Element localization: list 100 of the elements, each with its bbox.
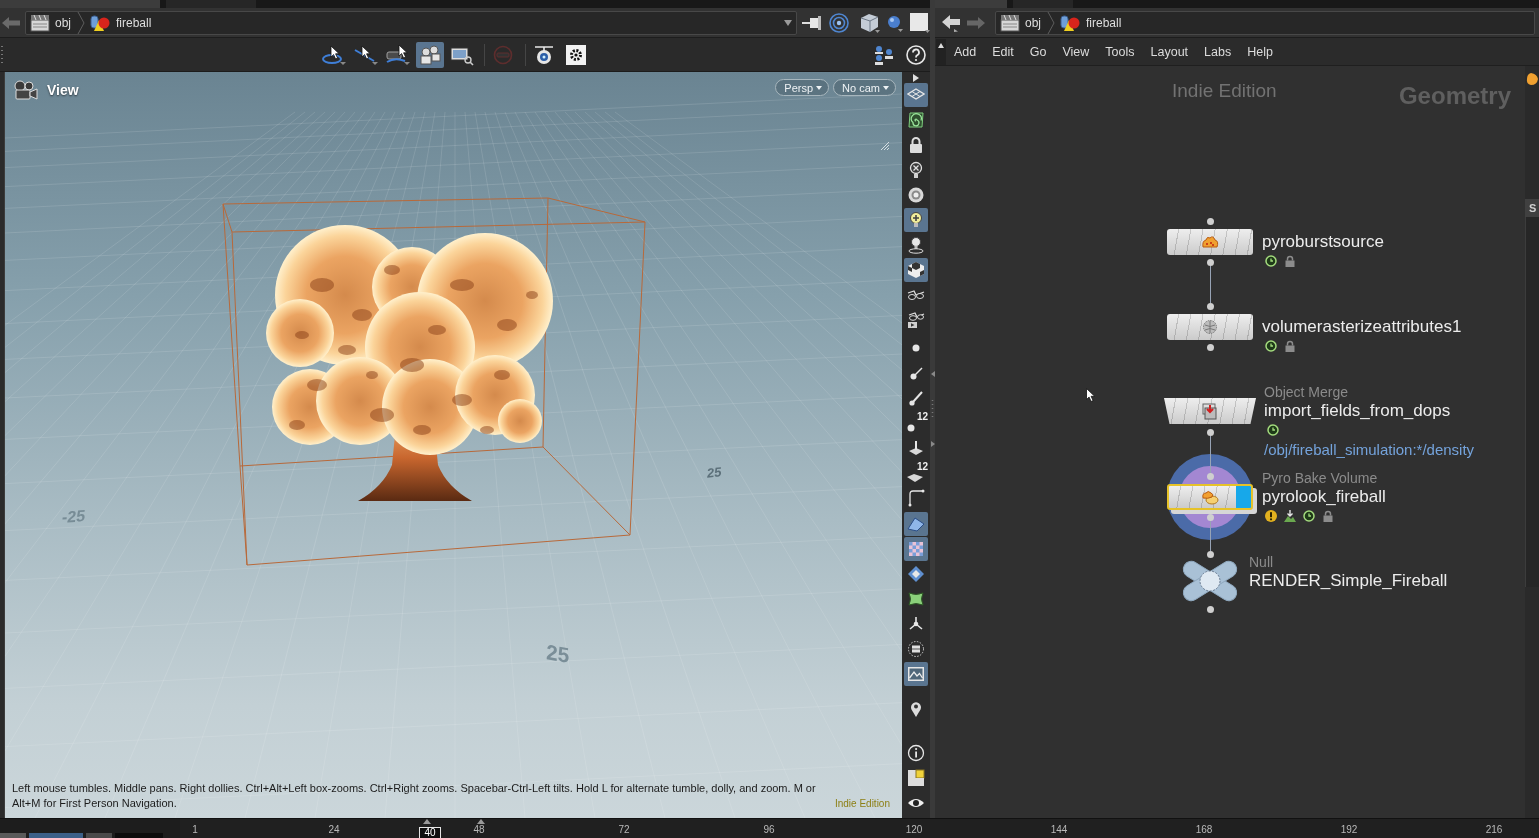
help-text: Left mouse tumbles. Middle pans. Right dollies. Ctrl+Alt+Left box-zooms. Ctrl+Right zooms. Spacebar-Ctrl-Left tilts. Hold L for alternate tumble, dolly, and zoom. M or Alt+M for First Person Navigation.: [12, 781, 817, 811]
menu-item[interactable]: Help: [1239, 40, 1281, 63]
node-wire[interactable]: [1209, 265, 1211, 303]
shapes-icon: [1059, 13, 1081, 32]
display-toggle-button[interactable]: 12: [904, 461, 928, 485]
frame-tick-label: 192: [1340, 824, 1358, 836]
input-connector[interactable]: [1206, 472, 1214, 480]
input-connector[interactable]: [1206, 217, 1214, 225]
output-connector[interactable]: [1206, 428, 1214, 436]
camera-menu-button[interactable]: No cam: [833, 79, 896, 96]
clock-icon: [1303, 510, 1315, 522]
fireball-icon: [1200, 488, 1220, 506]
frame-tick-label: 144: [1050, 824, 1068, 836]
corner-curve-icon: [907, 489, 925, 507]
frame-tick-label: 1: [192, 824, 198, 836]
path-crumb[interactable]: obj: [30, 12, 73, 33]
lock-icon: [1322, 510, 1334, 522]
node-body[interactable]: [1167, 484, 1253, 510]
brain-icon: [1200, 318, 1220, 336]
display-toggle-button[interactable]: [904, 662, 928, 686]
node-parameter-text: /obj/fireball_simulation:*/density: [1264, 440, 1475, 460]
display-toggle-button[interactable]: [904, 537, 928, 561]
frame-tick-label: 72: [618, 824, 630, 836]
frame-tick-label: 96: [763, 824, 775, 836]
back-arrow-icon[interactable]: [942, 13, 962, 32]
path-crumb[interactable]: fireball: [89, 12, 154, 33]
clock-icon: [1265, 255, 1277, 267]
node-body[interactable]: [1167, 229, 1253, 255]
pin-icon: [907, 389, 925, 407]
viewport-title: View: [47, 82, 79, 98]
resize-grip-icon[interactable]: [881, 142, 889, 150]
diamond-icon: [907, 565, 925, 583]
lightbulb-icon: [907, 211, 925, 229]
path-crumb[interactable]: fireball: [1059, 12, 1124, 33]
display-toggle-button[interactable]: [904, 208, 928, 232]
node-name[interactable]: volumerasterizeattributes1: [1262, 317, 1462, 337]
view-tool-button[interactable]: [416, 41, 444, 68]
output-connector[interactable]: [1206, 258, 1214, 266]
squares-icon: [907, 769, 925, 787]
display-toggle-button[interactable]: 12: [904, 411, 928, 435]
panel-tab[interactable]: S: [1525, 199, 1539, 217]
node-wire[interactable]: [1209, 435, 1211, 473]
menu-item[interactable]: Layout: [1142, 40, 1197, 63]
help-icon[interactable]: [906, 44, 926, 65]
grid-label: 25: [706, 464, 722, 481]
picture-icon: [907, 665, 925, 683]
path-crumb[interactable]: obj: [1000, 12, 1043, 33]
cube-icon[interactable]: [859, 12, 881, 33]
scroll-up-arrow-icon[interactable]: [938, 42, 944, 48]
menu-item[interactable]: View: [1054, 40, 1098, 63]
camera-menu-button[interactable]: Persp: [775, 79, 830, 96]
menu-item[interactable]: Labs: [1196, 40, 1240, 63]
node-body[interactable]: [1164, 398, 1256, 424]
grid-label: 25: [545, 639, 570, 669]
dolly-cursor-icon: [385, 43, 411, 66]
node-type-label: Pyro Bake Volume: [1262, 469, 1378, 487]
node-name[interactable]: import_fields_from_dops: [1264, 401, 1451, 421]
target-icon[interactable]: [829, 12, 849, 33]
clock-icon: [1267, 424, 1279, 436]
edition-mark: Indie Edition: [834, 798, 890, 809]
expand-arrow-icon[interactable]: [912, 74, 920, 82]
pin-icon[interactable]: [802, 14, 824, 31]
node-body[interactable]: [1167, 314, 1253, 340]
frame-tick-label: 48: [473, 824, 485, 836]
caret-icon: [816, 85, 823, 90]
download-arrow-icon: [1284, 510, 1296, 522]
display-toggle-button[interactable]: [904, 512, 928, 536]
node-name[interactable]: pyrolook_fireball: [1262, 487, 1386, 507]
node-wire[interactable]: [1209, 520, 1211, 551]
node-name[interactable]: pyroburstsource: [1262, 232, 1384, 252]
node-name[interactable]: RENDER_Simple_Fireball: [1249, 571, 1448, 591]
menu-item[interactable]: Tools: [1097, 40, 1143, 63]
display-toggle-button[interactable]: [904, 83, 928, 107]
clapperboard-icon: [1000, 13, 1020, 32]
plane-icon: [907, 474, 923, 482]
output-connector[interactable]: [1206, 605, 1214, 613]
input-connector[interactable]: [1206, 550, 1214, 558]
lock-icon: [1284, 340, 1296, 352]
path-field[interactable]: obj fireball: [25, 10, 797, 35]
frame-tick-label: 24: [328, 824, 340, 836]
menu-item[interactable]: Add: [946, 40, 985, 63]
checker-icon: [907, 540, 925, 558]
collapse-arrow-icon[interactable]: [930, 371, 935, 377]
merge-box-icon: [1200, 402, 1220, 420]
input-connector[interactable]: [1206, 302, 1214, 310]
menu-item[interactable]: Edit: [984, 40, 1022, 63]
path-field[interactable]: obj fireball: [995, 10, 1535, 35]
caret-icon: [883, 85, 889, 90]
output-connector[interactable]: [1206, 343, 1214, 351]
explosion-icon: [1200, 233, 1220, 251]
frame-tick-label: 216: [1485, 824, 1503, 836]
display-toggle-button[interactable]: [904, 258, 928, 282]
cameras-icon: [417, 43, 443, 66]
menu-item[interactable]: Go: [1021, 40, 1055, 63]
dot-icon: [907, 424, 915, 432]
current-frame-marker[interactable]: 40: [419, 827, 442, 838]
blank-square-icon[interactable]: [909, 11, 931, 34]
dropdown-caret-icon[interactable]: [784, 19, 792, 26]
users-icon[interactable]: [874, 43, 896, 66]
chevron-icon: [1047, 11, 1055, 34]
